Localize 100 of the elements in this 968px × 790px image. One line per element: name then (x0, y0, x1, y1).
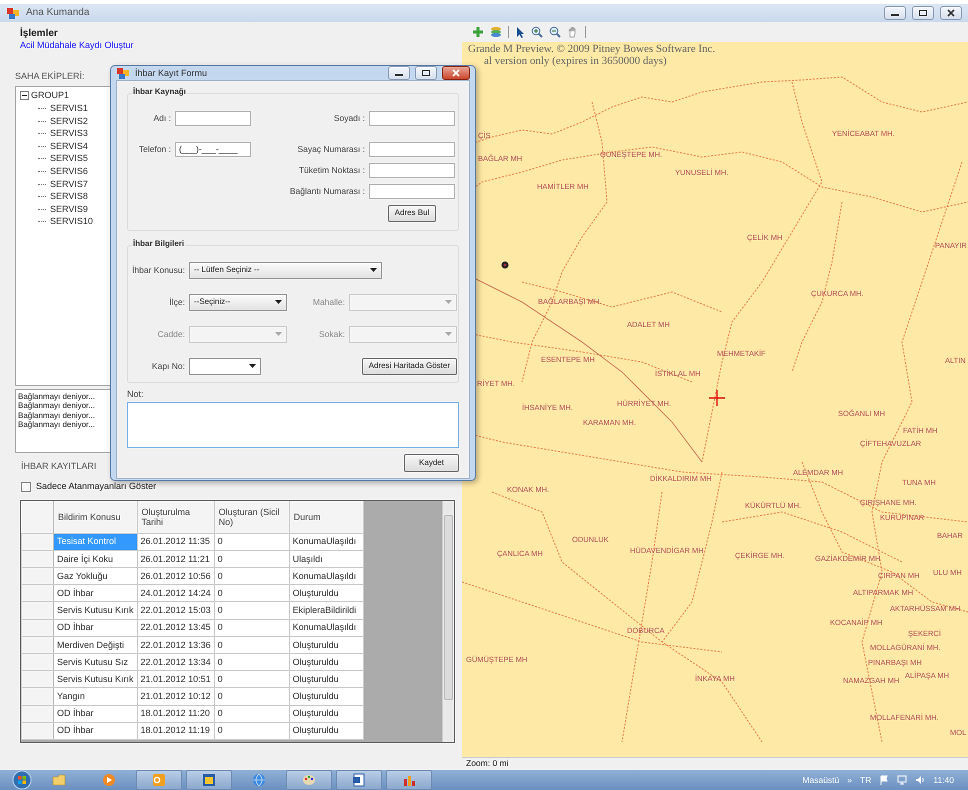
table-cell[interactable]: 22.01.2012 15:03 (137, 602, 214, 620)
table-cell[interactable]: 22.01.2012 13:34 (137, 654, 214, 671)
table-cell[interactable]: 26.01.2012 10:56 (137, 568, 214, 585)
taskbar-button[interactable] (386, 770, 432, 790)
input-field[interactable] (369, 110, 455, 126)
table-cell[interactable]: Oluşturuldu (289, 584, 364, 602)
collapse-icon[interactable] (20, 91, 29, 100)
table-cell[interactable]: 0 (214, 619, 290, 636)
show-on-map-button[interactable]: Adresi Haritada Göster (362, 358, 457, 374)
table-cell[interactable]: 0 (214, 550, 290, 568)
table-cell[interactable]: KonumaUlaşıldı (289, 568, 364, 585)
table-cell[interactable]: Servis Kutusu Kırık (54, 670, 138, 688)
input-field[interactable] (369, 184, 455, 198)
table-cell[interactable]: Oluşturuldu (289, 654, 364, 671)
table-cell[interactable]: OD İhbar (54, 705, 138, 722)
input-field[interactable] (369, 142, 455, 156)
tree-node[interactable]: GROUP1 (31, 90, 70, 102)
minimize-button[interactable] (884, 6, 906, 20)
tree-item[interactable]: SERVIS6 (50, 166, 88, 177)
table-cell[interactable]: 22.01.2012 13:36 (137, 636, 214, 654)
dropdown[interactable] (189, 358, 261, 374)
table-cell[interactable]: Daire İçi Koku (54, 550, 138, 568)
table-cell[interactable]: Oluşturuldu (289, 705, 364, 722)
flag-icon[interactable] (879, 775, 890, 785)
tree-item[interactable]: SERVIS3 (50, 128, 88, 140)
minimize-button[interactable] (388, 66, 410, 80)
table-cell[interactable]: Oluşturuldu (289, 636, 364, 654)
table-cell[interactable]: Merdiven Değişti (54, 636, 138, 654)
table-cell[interactable]: 0 (214, 533, 290, 550)
row-header[interactable] (22, 619, 54, 636)
save-button[interactable]: Kaydet (404, 454, 459, 472)
dropdown[interactable]: -- Lütfen Seçiniz -- (189, 262, 382, 278)
row-header[interactable] (22, 705, 54, 722)
tree-item[interactable]: SERVIS5 (50, 153, 88, 164)
table-cell[interactable]: 0 (214, 722, 290, 740)
close-button[interactable] (442, 66, 470, 80)
start-button[interactable] (12, 770, 32, 790)
close-button[interactable] (940, 6, 962, 20)
row-header[interactable] (22, 688, 54, 706)
row-header[interactable] (22, 636, 54, 654)
speaker-icon[interactable] (915, 775, 926, 785)
column-header[interactable]: Oluşturulma Tarihi (137, 501, 214, 534)
row-header[interactable] (22, 568, 54, 585)
tree-item[interactable]: SERVIS10 (50, 216, 93, 228)
column-header[interactable]: Oluşturan (Sicil No) (214, 501, 290, 534)
tree-item[interactable]: SERVIS9 (50, 204, 88, 215)
add-icon[interactable] (472, 26, 484, 38)
find-address-button[interactable]: Adres Bul (388, 204, 436, 222)
table-cell[interactable]: Oluşturuldu (289, 670, 364, 688)
tree-item[interactable]: SERVIS1 (50, 103, 88, 114)
row-header[interactable] (22, 550, 54, 568)
table-cell[interactable]: 24.01.2012 14:24 (137, 584, 214, 602)
row-header[interactable] (22, 654, 54, 671)
layers-icon[interactable] (490, 26, 502, 38)
table-cell[interactable]: Ulaşıldı (289, 550, 364, 568)
table-cell[interactable]: 22.01.2012 13:45 (137, 619, 214, 636)
table-cell[interactable]: KonumaUlaşıldı (289, 533, 364, 550)
table-cell[interactable]: 26.01.2012 11:21 (137, 550, 214, 568)
zoom-in-icon[interactable] (531, 26, 543, 38)
input-field[interactable] (175, 110, 251, 126)
table-cell[interactable]: 0 (214, 602, 290, 620)
table-cell[interactable]: Servis Kutusu Kırık (54, 602, 138, 620)
table-cell[interactable]: Yangın (54, 688, 138, 706)
table-cell[interactable]: OD İhbar (54, 584, 138, 602)
scrollbar[interactable] (442, 501, 454, 742)
tree-item[interactable]: SERVIS2 (50, 116, 88, 126)
table-cell[interactable]: 0 (214, 705, 290, 722)
row-header[interactable] (22, 602, 54, 620)
column-header[interactable]: Bildirim Konusu (54, 501, 138, 534)
zoom-out-icon[interactable] (549, 26, 561, 38)
table-cell[interactable]: 0 (214, 670, 290, 688)
row-header[interactable] (22, 584, 54, 602)
input-field[interactable] (369, 162, 455, 178)
input-field[interactable]: (___)-___-____ (175, 142, 251, 156)
table-cell[interactable]: 26.01.2012 11:35 (137, 533, 214, 550)
table-cell[interactable]: OD İhbar (54, 619, 138, 636)
table-cell[interactable]: Oluşturuldu (289, 688, 364, 706)
table-cell[interactable]: Oluşturuldu (289, 722, 364, 740)
row-header[interactable] (22, 670, 54, 688)
note-textarea[interactable] (127, 402, 459, 448)
maximize-button[interactable] (415, 66, 437, 80)
maximize-button[interactable] (912, 6, 934, 20)
table-cell[interactable]: 21.01.2012 10:12 (137, 688, 214, 706)
table-cell[interactable]: Servis Kutusu Sız (54, 654, 138, 671)
pointer-icon[interactable] (515, 26, 525, 38)
table-cell[interactable]: 0 (214, 584, 290, 602)
table-cell[interactable]: 0 (214, 654, 290, 671)
taskbar-button[interactable] (336, 770, 382, 790)
table-cell[interactable]: OD İhbar (54, 722, 138, 740)
table-cell[interactable]: EkipleraBildirildi (289, 602, 364, 620)
taskbar-button[interactable] (186, 770, 232, 790)
tree-item[interactable]: SERVIS4 (50, 140, 88, 152)
table-cell[interactable]: 18.01.2012 11:19 (137, 722, 214, 740)
table-cell[interactable]: 0 (214, 688, 290, 706)
table-cell[interactable]: 0 (214, 568, 290, 585)
table-cell[interactable]: 18.01.2012 11:20 (137, 705, 214, 722)
dropdown[interactable]: --Seçiniz-- (189, 294, 287, 310)
checkbox[interactable] (21, 482, 31, 492)
network-icon[interactable] (897, 775, 908, 785)
column-header[interactable]: Durum (289, 501, 364, 534)
